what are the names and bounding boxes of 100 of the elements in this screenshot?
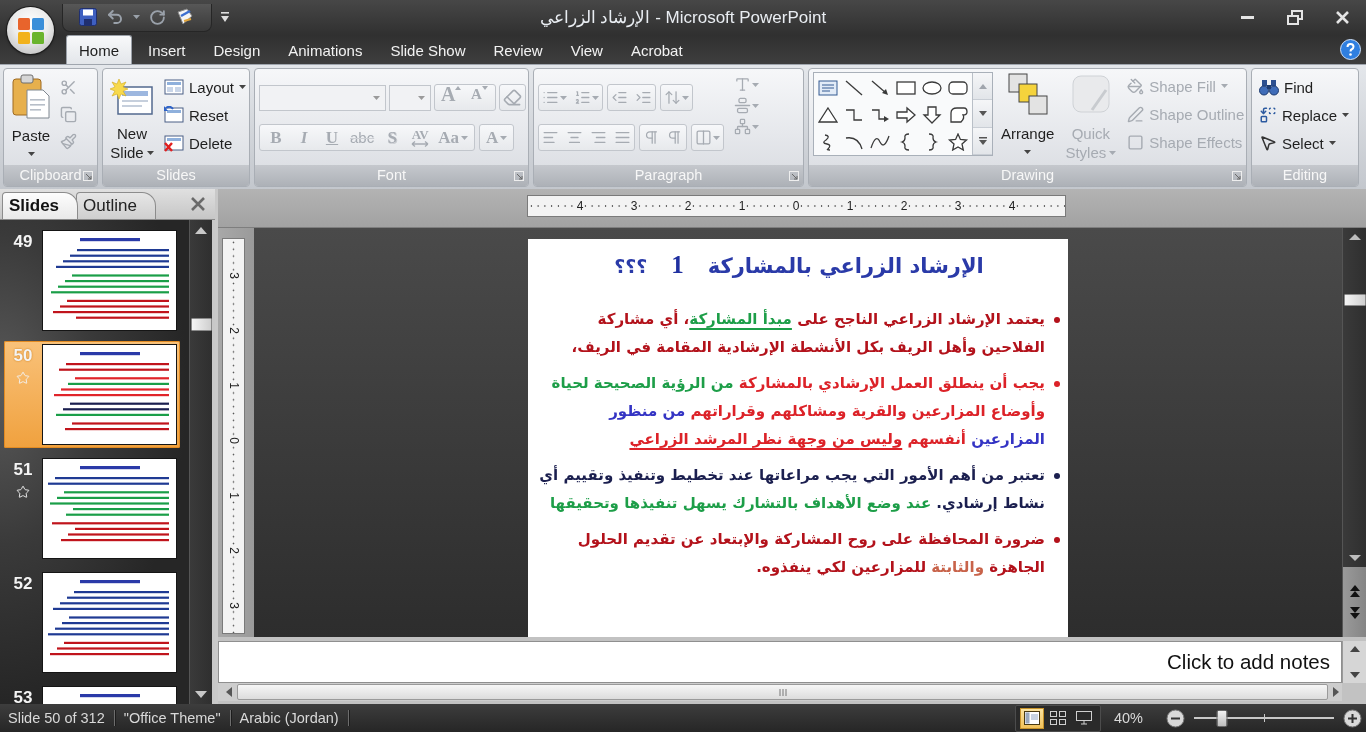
zoom-level-label: 40% <box>1113 710 1143 726</box>
ribbon-tab[interactable]: Review <box>481 37 555 64</box>
dialog-launcher-icon[interactable] <box>1232 170 1242 181</box>
caret-icon <box>373 95 380 100</box>
clipboard-icon <box>11 73 51 119</box>
help-icon[interactable] <box>1340 39 1361 60</box>
ribbon-tab[interactable]: Home <box>66 35 132 64</box>
arrange-button[interactable]: Arrange <box>998 70 1058 156</box>
slide-thumbnail-drawing[interactable] <box>42 458 177 559</box>
slide-title: الإرشاد الزراعي بالمشاركة <box>707 254 984 278</box>
slide-list-item[interactable]: 53 <box>4 683 180 704</box>
star-icon[interactable] <box>947 132 969 151</box>
slide-number: 49 <box>13 232 33 252</box>
caret-icon <box>682 95 689 100</box>
replace-button[interactable]: Replace <box>1256 102 1353 128</box>
ruler-number: 3 <box>953 199 963 213</box>
up-triangle-icon <box>455 85 462 90</box>
scroll-up-icon[interactable] <box>1348 234 1361 240</box>
pointer-icon <box>1259 134 1277 152</box>
gallery-down-icon[interactable] <box>978 111 987 116</box>
scroll-down-icon[interactable] <box>1349 672 1360 678</box>
slide-list-item[interactable]: 52 <box>4 569 180 676</box>
redo-icon[interactable] <box>149 8 166 26</box>
ribbon-tab[interactable]: View <box>558 37 615 64</box>
tiles-logo-icon <box>17 17 44 44</box>
scroll-down-icon[interactable] <box>195 690 207 698</box>
page-pen-icon[interactable] <box>175 7 195 27</box>
select-button[interactable]: Select <box>1256 130 1353 156</box>
panes-icon <box>1023 711 1040 725</box>
scroll-down-icon[interactable] <box>1348 555 1361 561</box>
scrollbar-thumb[interactable] <box>1343 294 1366 306</box>
double-up-triangle-icon[interactable] <box>1349 585 1360 597</box>
layout-button[interactable]: Layout <box>161 74 249 100</box>
slide-position-label: Slide 50 of 312 <box>8 710 105 726</box>
binoculars-icon <box>1259 78 1279 96</box>
caret-icon <box>1109 150 1117 155</box>
group-label: Clipboard <box>19 167 82 184</box>
group-label: Slides <box>156 167 196 184</box>
delete-button[interactable]: Delete <box>161 130 249 156</box>
find-button[interactable]: Find <box>1256 74 1353 100</box>
scroll-up-icon[interactable] <box>195 226 207 234</box>
panel-tab[interactable]: Outline <box>76 192 156 219</box>
rounded-rectangle-icon[interactable] <box>947 78 969 97</box>
scrollbar-thumb[interactable] <box>190 318 212 331</box>
ribbon-tab[interactable]: Acrobat <box>618 37 695 64</box>
slide-thumbnail-drawing[interactable] <box>42 230 177 331</box>
square-icon <box>1127 133 1145 151</box>
normal-view-button[interactable] <box>1019 707 1044 729</box>
arrow-icon[interactable] <box>869 78 891 97</box>
office-button[interactable] <box>7 7 54 54</box>
ribbon-tab[interactable]: Design <box>201 37 273 64</box>
panel-tab[interactable]: Slides <box>2 192 79 219</box>
ruler-number: 1 <box>845 199 855 213</box>
rectangle-icon[interactable] <box>895 78 917 97</box>
ribbon-tab[interactable]: Insert <box>136 37 198 64</box>
paste-button[interactable]: Paste <box>8 71 54 158</box>
new-slide-button[interactable]: New Slide <box>107 71 157 162</box>
ribbon-tab[interactable]: Animations <box>276 37 375 64</box>
save-icon[interactable] <box>79 8 97 26</box>
scroll-up-icon[interactable] <box>1349 646 1360 652</box>
caret-icon <box>752 82 759 87</box>
caret-icon <box>1024 150 1032 154</box>
caret-icon <box>418 95 425 100</box>
right-arrow-icon[interactable] <box>895 105 917 124</box>
group-label: Paragraph <box>634 167 703 184</box>
slide-thumbnail-drawing[interactable] <box>42 344 177 445</box>
ribbon-tab[interactable]: Slide Show <box>378 37 478 64</box>
bar-caret-icon[interactable] <box>220 12 230 23</box>
ruler-number: 1 <box>227 491 240 500</box>
undo-icon[interactable] <box>106 8 124 26</box>
triangle-icon[interactable] <box>817 105 839 124</box>
bullet-text: يعتمد الإرشاد الزراعي الناجح على مبدأ المشاركة، أي مشاركة الفلاحين وأهل الريف بكل الأنشطة الإرشادية المقامة في الريف، <box>570 308 1045 358</box>
double-down-triangle-icon[interactable] <box>1349 607 1360 619</box>
slide-number: 50 <box>13 346 33 366</box>
dialog-launcher-icon[interactable] <box>83 170 93 181</box>
caret-icon <box>1342 113 1350 117</box>
slide-number: 53 <box>13 688 33 704</box>
slide-list-item[interactable]: 51 <box>4 455 180 562</box>
bar-caret-icon[interactable] <box>978 136 987 145</box>
group-label: Editing <box>1282 167 1328 184</box>
zoom-out-icon[interactable] <box>1166 708 1185 728</box>
restore-icon[interactable] <box>1287 10 1303 25</box>
notes-field[interactable]: Click to add notes <box>218 641 1342 683</box>
line-icon[interactable] <box>843 78 865 97</box>
reset-button[interactable]: Reset <box>161 102 249 128</box>
bullet-text: ضرورة المحافظة على روح المشاركة والإبتعاد عن تقديم الحلول الجاهزة والثابتة للمزارعين لكي ينفذوه. <box>576 529 1045 578</box>
caret-icon <box>1220 84 1228 88</box>
rounded-shape-icon[interactable] <box>947 105 969 124</box>
slide-thumbnail-drawing[interactable] <box>42 572 177 673</box>
zoom-in-icon[interactable] <box>1343 708 1362 728</box>
theme-name-label: "Office Theme" <box>123 710 221 726</box>
zoom-slider-thumb[interactable] <box>1216 710 1228 727</box>
caret-icon <box>560 95 567 100</box>
scroll-right-icon[interactable] <box>1333 687 1339 697</box>
slide-list-item[interactable]: 49 <box>4 227 180 334</box>
down-arrow-icon[interactable] <box>921 105 943 124</box>
scroll-left-icon[interactable] <box>226 687 232 697</box>
ruler-number: 2 <box>227 326 240 335</box>
oval-icon[interactable] <box>921 78 943 97</box>
slide-cross-icon <box>164 134 184 152</box>
